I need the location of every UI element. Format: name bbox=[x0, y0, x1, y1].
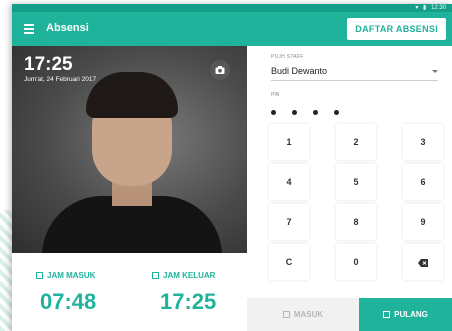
jam-masuk-value: 07:48 bbox=[40, 289, 97, 314]
key-9[interactable]: 9 bbox=[403, 204, 443, 240]
staff-label: PILIH STAFF bbox=[271, 54, 304, 60]
battery-icon: ▮ bbox=[423, 5, 427, 11]
daftar-absensi-button[interactable]: DAFTAR ABSENSI bbox=[347, 18, 446, 40]
key-clear[interactable]: C bbox=[269, 244, 309, 280]
masuk-button[interactable]: MASUK bbox=[247, 298, 359, 331]
staff-underline bbox=[271, 80, 438, 81]
key-6[interactable]: 6 bbox=[403, 164, 443, 200]
key-4[interactable]: 4 bbox=[269, 164, 309, 200]
login-panel: PILIH STAFF Budi Dewanto PIN 1 2 3 4 5 6… bbox=[247, 46, 452, 331]
jam-keluar-label: JAM KELUAR bbox=[152, 271, 215, 280]
staff-select[interactable]: Budi Dewanto bbox=[271, 66, 327, 76]
photo-hair bbox=[86, 72, 178, 118]
staff-photo: 17:25 Jum'at, 24 Februari 2017 bbox=[12, 46, 247, 253]
key-5[interactable]: 5 bbox=[336, 164, 376, 200]
tablet-screen: ▾ ▮ 12:30 Absensi DAFTAR ABSENSI 17:25 J… bbox=[12, 4, 452, 331]
jam-keluar-value: 17:25 bbox=[160, 289, 217, 314]
attendance-times: JAM MASUK 07:48 JAM KELUAR 17:25 bbox=[12, 253, 247, 331]
menu-icon[interactable] bbox=[24, 24, 34, 34]
app-bar: Absensi DAFTAR ABSENSI bbox=[12, 12, 452, 46]
logout-icon bbox=[152, 272, 159, 279]
key-1[interactable]: 1 bbox=[269, 124, 309, 160]
current-date: Jum'at, 24 Februari 2017 bbox=[24, 76, 97, 83]
key-3[interactable]: 3 bbox=[403, 124, 443, 160]
app-title: Absensi bbox=[46, 22, 89, 34]
logout-icon bbox=[383, 311, 391, 318]
login-icon bbox=[282, 311, 290, 318]
current-time: 17:25 bbox=[24, 54, 73, 75]
key-2[interactable]: 2 bbox=[336, 124, 376, 160]
status-time: 12:30 bbox=[430, 5, 446, 11]
pin-input[interactable] bbox=[271, 102, 355, 120]
status-bar: ▾ ▮ 12:30 bbox=[12, 4, 452, 12]
key-7[interactable]: 7 bbox=[269, 204, 309, 240]
key-backspace[interactable] bbox=[403, 244, 443, 280]
login-icon bbox=[36, 272, 43, 279]
wifi-icon: ▾ bbox=[415, 5, 419, 11]
key-0[interactable]: 0 bbox=[336, 244, 376, 280]
backspace-icon bbox=[418, 258, 428, 267]
chevron-down-icon[interactable] bbox=[432, 70, 438, 73]
camera-icon bbox=[215, 66, 225, 74]
camera-button[interactable] bbox=[210, 60, 230, 80]
key-8[interactable]: 8 bbox=[336, 204, 376, 240]
pin-label: PIN bbox=[271, 92, 280, 98]
pulang-button[interactable]: PULANG bbox=[359, 298, 452, 331]
jam-masuk-label: JAM MASUK bbox=[36, 271, 95, 280]
